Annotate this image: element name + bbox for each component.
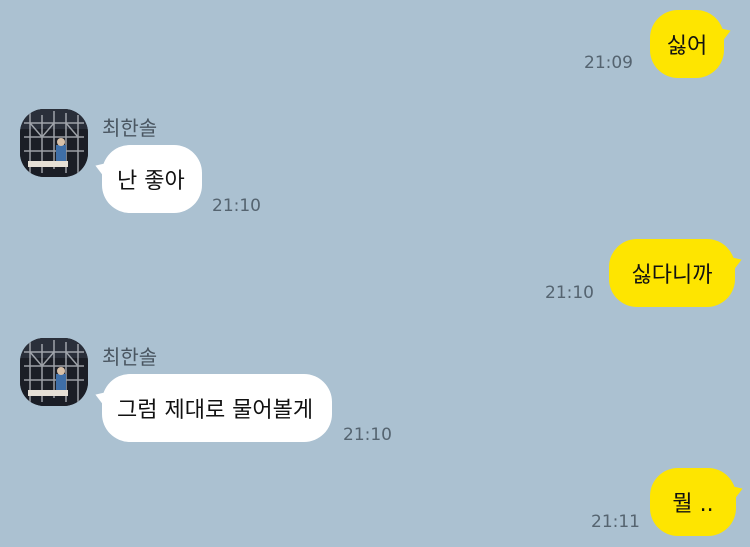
message-time: 21:10 — [212, 196, 261, 216]
message-time: 21:09 — [584, 53, 633, 73]
avatar[interactable] — [20, 338, 88, 406]
chat-area[interactable]: 21:09 싫어 최한솔 난 좋아 21:10 21:10 싫다니까 최한솔 그… — [0, 0, 750, 547]
profile-photo-icon — [20, 338, 88, 406]
message-text: 뭘 .. — [672, 492, 714, 517]
message-bubble-received[interactable]: 그럼 제대로 물어볼게 — [102, 374, 332, 442]
avatar[interactable] — [20, 109, 88, 177]
message-text: 싫어 — [666, 34, 708, 59]
message-bubble-sent[interactable]: 싫다니까 — [609, 239, 735, 307]
message-text: 난 좋아 — [117, 169, 185, 194]
message-text: 그럼 제대로 물어볼게 — [117, 398, 314, 423]
contact-name: 최한솔 — [102, 116, 158, 140]
message-time: 21:11 — [591, 512, 640, 532]
message-bubble-sent[interactable]: 뭘 .. — [650, 468, 736, 536]
message-bubble-sent[interactable]: 싫어 — [650, 10, 724, 78]
message-time: 21:10 — [545, 283, 594, 303]
contact-name: 최한솔 — [102, 345, 158, 369]
message-bubble-received[interactable]: 난 좋아 — [102, 145, 202, 213]
message-time: 21:10 — [343, 425, 392, 445]
profile-photo-icon — [20, 109, 88, 177]
message-text: 싫다니까 — [631, 263, 713, 288]
